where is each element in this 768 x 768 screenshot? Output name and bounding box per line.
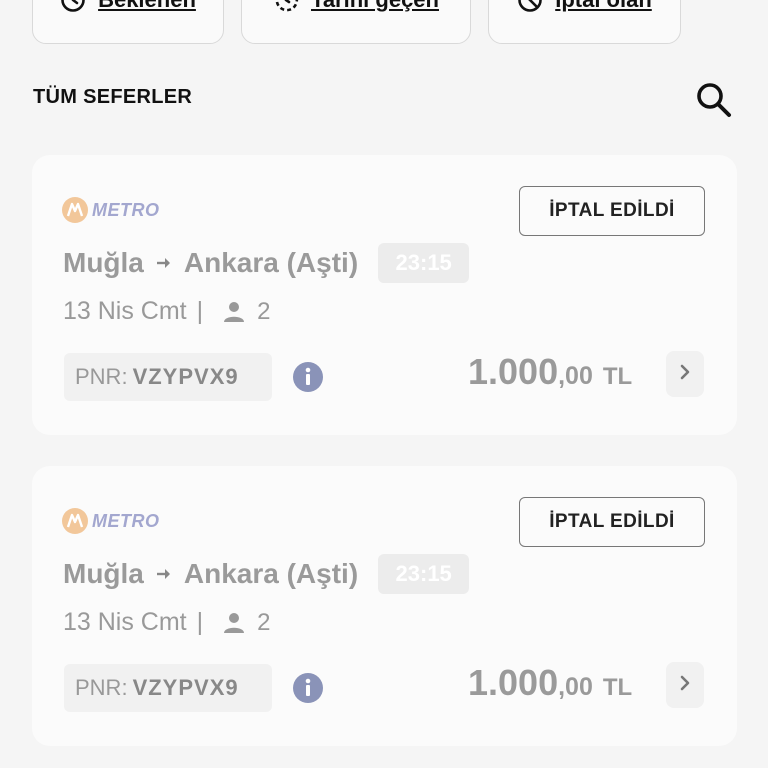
- route: Muğla Ankara (Aşti) 23:15: [63, 243, 470, 283]
- pnr-code: VZYPVX9: [132, 675, 239, 700]
- pnr-box: PNR: VZYPVX9: [64, 353, 272, 401]
- departure-time: 23:15: [378, 554, 470, 594]
- price-amount: 1.000: [468, 351, 559, 392]
- filter-chips: Beklenen Tarihi geçen İptal olan: [32, 0, 681, 44]
- price-decimal: ,00: [558, 673, 593, 701]
- price: 1.000 ,00 TL: [468, 662, 632, 704]
- trip-date: 13 Nis Cmt: [63, 297, 187, 325]
- arrow-right-icon: [154, 253, 174, 273]
- passenger-count: 2: [257, 608, 271, 636]
- price-amount: 1.000: [468, 662, 559, 703]
- metro-logo-icon: [62, 508, 88, 534]
- price: 1.000 ,00 TL: [468, 351, 632, 393]
- pnr-label: PNR:: [75, 675, 128, 700]
- price-currency: TL: [602, 363, 633, 390]
- pnr-label: PNR:: [75, 364, 128, 389]
- status-badge: İPTAL EDİLDİ: [519, 497, 705, 547]
- pnr-box: PNR: VZYPVX9: [64, 664, 272, 712]
- meta-separator: |: [196, 608, 204, 636]
- destination-city: Ankara (Aşti): [183, 558, 359, 589]
- route: Muğla Ankara (Aşti) 23:15: [63, 554, 470, 594]
- cancel-icon: [517, 0, 543, 13]
- filter-chip-past[interactable]: Tarihi geçen: [241, 0, 471, 44]
- info-icon[interactable]: [292, 361, 324, 393]
- operator-name: METRO: [92, 199, 160, 220]
- filter-chip-label: İptal olan: [555, 0, 652, 13]
- trip-card[interactable]: METRO İPTAL EDİLDİ Muğla Ankara (Aşti) 2…: [32, 466, 737, 746]
- arrow-right-icon: [154, 564, 174, 584]
- trip-date: 13 Nis Cmt: [63, 608, 187, 636]
- destination-city: Ankara (Aşti): [183, 247, 359, 278]
- clock-icon: [60, 0, 86, 13]
- info-icon[interactable]: [292, 672, 324, 704]
- trip-details-button[interactable]: [666, 351, 704, 397]
- trip-card[interactable]: METRO İPTAL EDİLDİ Muğla Ankara (Aşti) 2…: [32, 155, 737, 435]
- section-title: TÜM SEFERLER: [33, 86, 193, 108]
- passenger-count: 2: [257, 297, 271, 325]
- trip-details-button[interactable]: [666, 662, 704, 708]
- pnr-code: VZYPVX9: [132, 364, 239, 389]
- chevron-right-icon: [677, 362, 693, 387]
- status-badge: İPTAL EDİLDİ: [519, 186, 705, 236]
- history-icon: [273, 0, 299, 13]
- filter-chip-pending[interactable]: Beklenen: [32, 0, 224, 44]
- trips-page: Beklenen Tarihi geçen İptal olan TÜM SEF…: [0, 0, 768, 768]
- operator-logo: METRO: [62, 197, 160, 223]
- departure-time: 23:15: [378, 243, 470, 283]
- chevron-right-icon: [677, 673, 693, 698]
- operator-logo: METRO: [62, 508, 160, 534]
- origin-city: Muğla: [63, 247, 144, 278]
- operator-name: METRO: [92, 510, 160, 531]
- origin-city: Muğla: [63, 558, 144, 589]
- meta-separator: |: [196, 297, 204, 325]
- search-button[interactable]: [694, 80, 734, 120]
- filter-chip-label: Tarihi geçen: [311, 0, 439, 13]
- person-icon: [221, 299, 247, 325]
- person-icon: [221, 610, 247, 636]
- search-icon: [694, 83, 734, 124]
- price-decimal: ,00: [558, 362, 593, 390]
- trip-meta: 13 Nis Cmt | 2: [63, 608, 271, 637]
- trip-meta: 13 Nis Cmt | 2: [63, 297, 271, 326]
- filter-chip-label: Beklenen: [98, 0, 196, 13]
- metro-logo-icon: [62, 197, 88, 223]
- price-currency: TL: [602, 674, 633, 701]
- filter-chip-cancelled[interactable]: İptal olan: [488, 0, 681, 44]
